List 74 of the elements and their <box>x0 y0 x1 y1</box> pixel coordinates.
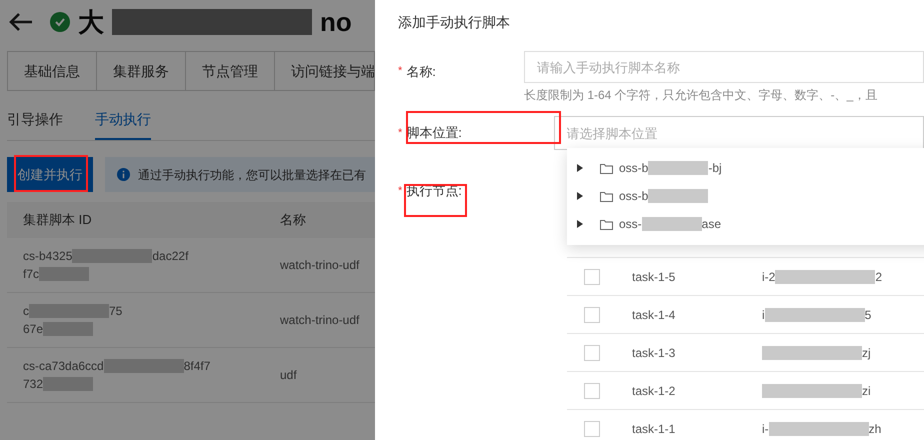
caret-icon[interactable] <box>577 220 583 228</box>
column-header: 集群脚本 ID <box>22 211 93 230</box>
table-cell-text: udf <box>280 367 297 384</box>
column-header: 名称 <box>280 211 306 230</box>
info-icon <box>117 168 130 181</box>
table-cell-text: 8f4f7 <box>184 358 210 375</box>
name-input[interactable]: 请输入手动执行脚本名称 <box>524 51 924 83</box>
tree-item[interactable]: oss-b -bj <box>567 154 924 182</box>
required-mark: * <box>398 126 402 141</box>
redaction-mark <box>648 189 708 203</box>
table-cell-text: zj <box>862 344 871 362</box>
page-title: no <box>320 6 352 38</box>
required-mark: * <box>398 184 402 199</box>
table-cell-text: i- <box>762 420 769 438</box>
table-cell-text: task-1-5 <box>632 268 676 286</box>
folder-icon <box>600 218 613 230</box>
redaction-mark <box>642 217 702 231</box>
table-cell-text: cs-ca73da6ccd <box>23 358 104 375</box>
table-cell-text: f7c <box>23 266 40 283</box>
highlight-box <box>404 184 467 217</box>
checkbox[interactable] <box>584 268 600 284</box>
table-cell-text: zh <box>868 420 882 438</box>
back-arrow-icon[interactable] <box>8 12 34 32</box>
table-cell-text: 67e <box>23 321 44 338</box>
table-cell-text: 75 <box>109 303 122 320</box>
table-cell-text: 2 <box>875 268 882 286</box>
table-cell-text: task-1-1 <box>632 420 676 438</box>
tree-item-label: oss-b <box>619 188 648 205</box>
table-cell-text: zi <box>862 382 871 400</box>
tab[interactable]: 引导操作 <box>7 101 63 140</box>
field-label: 名称: <box>406 62 436 81</box>
checkbox[interactable] <box>584 420 600 436</box>
folder-icon <box>600 162 613 174</box>
hint-text: 长度限制为 1-64 个字符，只允许包含中文、字母、数字、-、_，且 <box>524 87 878 104</box>
redaction-mark <box>43 322 94 336</box>
tree-item-label: oss- <box>619 216 642 233</box>
tab[interactable]: 集群服务 <box>97 52 186 90</box>
drawer-title: 添加手动执行脚本 <box>398 13 511 32</box>
tree-item-label: oss-b <box>619 160 648 177</box>
table-cell-text: 732 <box>23 376 44 393</box>
tab[interactable]: 节点管理 <box>186 52 275 90</box>
table-cell-text: c <box>23 303 29 320</box>
table-cell-text: i <box>762 306 765 324</box>
caret-icon[interactable] <box>577 164 583 172</box>
check-circle-icon <box>50 12 70 32</box>
redaction-mark <box>39 267 90 281</box>
tab[interactable]: 基础信息 <box>8 52 97 90</box>
tab[interactable]: 手动执行 <box>95 101 151 140</box>
table-cell-text: task-1-3 <box>632 344 676 362</box>
table-cell-text: watch-trino-udf <box>280 312 360 329</box>
table-cell-text: dac22f <box>152 248 188 265</box>
table-cell-text: cs-b4325 <box>23 248 72 265</box>
table-cell-text: 5 <box>864 306 872 324</box>
field-label: 脚本位置: <box>406 124 462 142</box>
checkbox[interactable] <box>584 306 600 322</box>
create-button[interactable]: 创建并执行 <box>7 157 93 192</box>
table-cell-text: watch-trino-udf <box>280 257 360 274</box>
table-cell-text: task-1-4 <box>632 306 676 324</box>
checkbox[interactable] <box>584 382 600 398</box>
notice-text: 通过手动执行功能，您可以批量选择在已有 <box>138 166 366 184</box>
tree-item[interactable]: oss-b <box>567 182 924 210</box>
redaction-mark <box>648 161 708 175</box>
required-mark: * <box>398 64 402 80</box>
table-cell-text: i-2 <box>762 268 776 286</box>
location-select[interactable]: 请选择脚本位置 <box>554 116 924 150</box>
tree-item[interactable]: oss- ase <box>567 210 924 238</box>
tree-item-label: ase <box>702 216 722 233</box>
checkbox[interactable] <box>584 344 600 360</box>
folder-icon <box>600 190 613 202</box>
redaction-mark <box>43 377 94 391</box>
tree-item-label: -bj <box>708 160 722 177</box>
caret-icon[interactable] <box>577 192 583 200</box>
page-title: 大 <box>78 6 104 38</box>
table-cell-text: task-1-2 <box>632 382 676 400</box>
